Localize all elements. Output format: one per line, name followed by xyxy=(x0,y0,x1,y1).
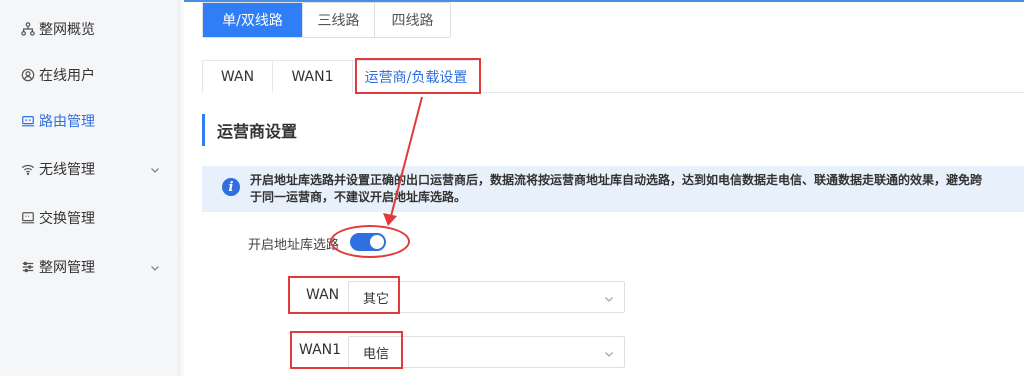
switch-icon xyxy=(20,210,36,226)
chevron-down-icon xyxy=(150,261,160,271)
info-text: 开启地址库选路并设置正确的出口运营商后，数据流将按运营商地址库自动选路，达到如电… xyxy=(250,172,1024,206)
info-text-line-2: 于同一运营商，不建议开启地址库选路。 xyxy=(250,190,467,204)
line-mode-tabs: 单/双线路 三线路 四线路 xyxy=(202,2,451,38)
sidebar-item-label: 无线管理 xyxy=(39,162,95,178)
sidebar-item-routing-management[interactable]: 路由管理 xyxy=(0,97,178,145)
sidebar-item-online-users[interactable]: 在线用户 xyxy=(0,51,178,99)
annotation-box-carrier-tab xyxy=(355,58,481,94)
address-routing-label: 开启地址库选路 xyxy=(248,238,340,253)
tab-wan1[interactable]: WAN1 xyxy=(272,60,353,93)
sidebar: 整网概览 在线用户 路由管理 无线管理 交换管理 整网管理 xyxy=(0,0,178,376)
info-banner: i 开启地址库选路并设置正确的出口运营商后，数据流将按运营商地址库自动选路，达到… xyxy=(202,166,1024,212)
topology-icon xyxy=(20,21,36,37)
tab-single-dual-line[interactable]: 单/双线路 xyxy=(203,3,303,37)
tab-wan[interactable]: WAN xyxy=(202,60,273,93)
annotation-box-wan xyxy=(288,276,400,314)
info-text-line-1: 开启地址库选路并设置正确的出口运营商后，数据流将按运营商地址库自动选路，达到如电… xyxy=(250,173,983,187)
chevron-down-icon xyxy=(604,293,614,303)
settings-sliders-icon xyxy=(20,259,36,275)
sidebar-item-network-overview[interactable]: 整网概览 xyxy=(0,5,178,53)
sidebar-item-label: 整网管理 xyxy=(39,260,95,276)
wan-tabs: WAN WAN1 运营商/负载设置 xyxy=(202,60,1024,93)
section-title: 运营商设置 xyxy=(202,114,297,146)
chevron-down-icon xyxy=(604,348,614,358)
tab-four-line[interactable]: 四线路 xyxy=(375,3,450,37)
main-content: 单/双线路 三线路 四线路 WAN WAN1 运营商/负载设置 运营商设置 i … xyxy=(184,0,1024,376)
sidebar-item-switch-management[interactable]: 交换管理 xyxy=(0,194,178,242)
router-icon xyxy=(20,113,36,129)
tab-three-line[interactable]: 三线路 xyxy=(303,3,375,37)
annotation-ellipse-toggle xyxy=(330,225,410,258)
sidebar-item-label: 在线用户 xyxy=(39,68,95,84)
annotation-box-wan1 xyxy=(290,331,403,369)
sidebar-item-label: 整网概览 xyxy=(39,22,95,38)
sidebar-item-wireless-management[interactable]: 无线管理 xyxy=(0,145,178,193)
info-icon: i xyxy=(222,178,240,196)
chevron-down-icon xyxy=(150,163,160,173)
user-icon xyxy=(20,67,36,83)
wifi-icon xyxy=(20,161,36,177)
sidebar-item-label: 交换管理 xyxy=(39,211,95,227)
sidebar-item-network-settings[interactable]: 整网管理 xyxy=(0,243,178,291)
sidebar-item-label: 路由管理 xyxy=(39,114,95,130)
